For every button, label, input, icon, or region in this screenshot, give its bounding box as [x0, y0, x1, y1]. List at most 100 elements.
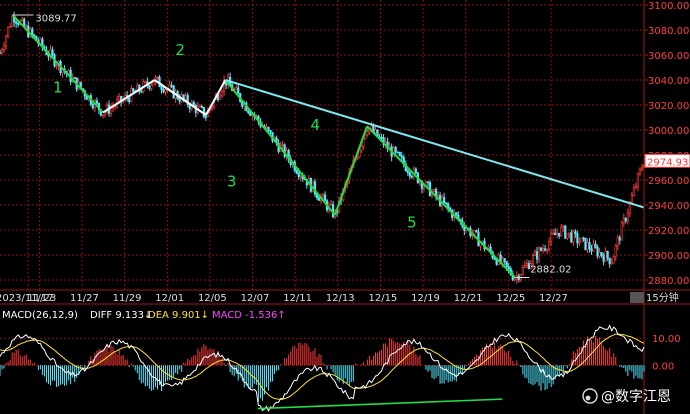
candle-body: [612, 256, 615, 264]
candle-body: [95, 100, 99, 104]
candle-body: [406, 170, 409, 173]
watermark: @数字江恩: [582, 388, 671, 405]
candle-body: [235, 87, 238, 90]
price-y-axis: 2880.002900.002920.002940.002960.002980.…: [644, 1, 689, 287]
candle-body: [204, 116, 208, 119]
candle-body: [295, 170, 298, 174]
candle-body: [364, 134, 367, 139]
candle-body: [160, 86, 163, 90]
candle-body: [269, 129, 272, 133]
candle-body: [408, 172, 411, 177]
candle-body: [552, 232, 555, 235]
candle-body: [410, 175, 413, 178]
candle-body: [578, 241, 581, 244]
candle-body: [560, 226, 563, 237]
candle-body: [455, 212, 458, 216]
price-panel-bg: [0, 0, 644, 290]
chart-canvas: 1 2 3 4 5 2880.00 2900.00 2920.00 2940.00 2960.0…: [0, 0, 690, 414]
candle-body: [608, 257, 611, 264]
timeframe-button[interactable]: 15分钟: [646, 291, 679, 304]
candle-body: [558, 232, 561, 237]
candle-body: [249, 112, 252, 116]
candle-body: [2, 45, 6, 51]
candle-body: [299, 175, 302, 178]
candle-body: [537, 247, 541, 260]
y-tick-label: 2920.00: [648, 226, 689, 237]
candle-body: [156, 76, 159, 79]
candle-body: [297, 172, 300, 177]
candle-body: [170, 85, 173, 87]
candle-body: [192, 101, 195, 106]
current-price-label: 2974.93: [647, 157, 688, 168]
candle-body: [178, 98, 181, 102]
x-tick-label: 12/01: [155, 293, 184, 304]
x-tick-label: 11/27: [70, 293, 99, 304]
candle-body: [566, 233, 569, 239]
low-price-label: 2882.02: [530, 265, 571, 276]
candle-body: [247, 110, 250, 114]
candle-body: [162, 89, 165, 93]
candle-body: [128, 97, 131, 102]
y-tick-label: 3100.00: [648, 1, 689, 12]
time-x-axis: 2023/11/1711/23 11/27 11/29 12/01 12/05 12/07…: [0, 293, 568, 304]
candle-body: [426, 181, 430, 184]
candle-body: [622, 217, 625, 224]
wave-label: 3: [227, 172, 237, 190]
candle-body: [487, 246, 490, 249]
candle-body: [634, 186, 638, 189]
scroll-box[interactable]: [630, 292, 644, 303]
x-tick-label: 11/29: [113, 293, 142, 304]
divergence-line: [257, 398, 503, 410]
candle-body: [31, 28, 34, 36]
candle-body: [220, 90, 224, 97]
candle-body: [380, 136, 383, 139]
candle-body: [596, 247, 599, 257]
candle-body: [521, 267, 524, 275]
candle-body: [582, 237, 585, 240]
candle-body: [436, 195, 440, 197]
candle-body: [554, 232, 557, 236]
candle-body: [218, 95, 222, 100]
candle-body: [590, 248, 593, 252]
x-tick-label: 12/13: [326, 293, 355, 304]
x-tick-label: 12/11: [283, 293, 312, 304]
macd-legend-name: MACD(26,12,9): [2, 310, 78, 321]
macd-legend: MACD(26,12,9) DIFF 9.133↓ DEA 9.901↓ MAC…: [2, 310, 286, 321]
candle-body: [580, 237, 583, 243]
candle-body: [606, 251, 609, 259]
candle-body: [374, 129, 377, 134]
candle-body: [281, 144, 284, 147]
candle-body: [118, 95, 121, 101]
macd-legend-macd: MACD -1.536↑: [212, 310, 286, 321]
candle-body: [636, 173, 640, 187]
x-tick-label: 12/25: [496, 293, 525, 304]
candle-body: [614, 245, 617, 257]
macd-legend-dea: DEA 9.901↓: [148, 310, 209, 321]
candle-body: [366, 131, 369, 136]
candle-body: [624, 217, 627, 222]
candle-body: [140, 90, 143, 93]
candle-body: [548, 241, 551, 250]
candle-body: [4, 35, 8, 47]
candle-body: [21, 18, 24, 22]
candle-body: [501, 258, 504, 264]
candle-body: [564, 225, 567, 239]
candle-body: [513, 278, 516, 281]
candle-body: [594, 243, 597, 248]
candle-body: [473, 230, 476, 235]
candle-body: [600, 251, 603, 257]
candle-body: [0, 52, 2, 54]
candle-body: [15, 21, 18, 24]
candle-body: [168, 85, 171, 90]
y-tick-label: 3060.00: [648, 51, 689, 62]
wave-label: 2: [175, 41, 185, 59]
candle-body: [570, 232, 573, 243]
candle-body: [618, 237, 621, 241]
candle-body: [626, 212, 629, 222]
x-tick-label: 12/15: [368, 293, 397, 304]
candle-body: [144, 81, 147, 83]
candle-body: [562, 225, 565, 228]
weibo-icon-dot: [585, 395, 591, 401]
candle-body: [394, 147, 397, 153]
wave-label: 5: [407, 214, 417, 232]
